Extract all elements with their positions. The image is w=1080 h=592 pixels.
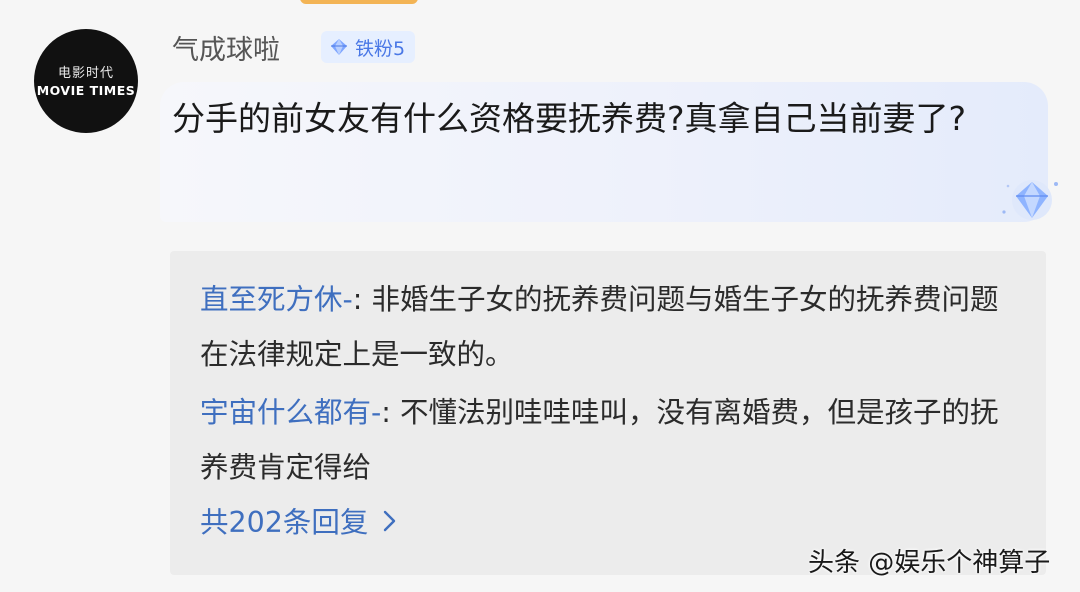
- diamond-icon: [331, 39, 347, 55]
- comment-text: 分手的前女友有什么资格要抚养费?真拿自己当前妻了?: [172, 99, 967, 138]
- reply-author[interactable]: 直至死方休-: [200, 283, 353, 316]
- reply-item[interactable]: 宇宙什么都有-: 不懂法别哇哇哇叫，没有离婚费，但是孩子的抚养费肯定得给: [200, 385, 1020, 495]
- more-replies-link[interactable]: 共202条回复: [200, 500, 398, 541]
- diamond-sparkle-icon: [1002, 180, 1058, 220]
- reply-author[interactable]: 宇宙什么都有-: [200, 396, 381, 429]
- more-replies-label: 共202条回复: [200, 506, 369, 539]
- reply-item[interactable]: 直至死方休-: 非婚生子女的抚养费问题与婚生子女的抚养费问题在法律规定上是一致的…: [200, 272, 1020, 382]
- fan-badge-label: 铁粉5: [355, 37, 406, 60]
- top-tab-indicator: [300, 0, 418, 4]
- watermark: 头条 @娱乐个神算子: [808, 548, 1051, 578]
- fan-badge[interactable]: 铁粉5: [321, 31, 416, 63]
- chevron-right-icon: [384, 510, 396, 531]
- avatar[interactable]: 电影时代 MOVIE TIMES: [34, 29, 138, 133]
- avatar-title-en: MOVIE TIMES: [36, 82, 136, 98]
- avatar-title-cn: 电影时代: [57, 65, 114, 81]
- username[interactable]: 气成球啦: [172, 28, 280, 67]
